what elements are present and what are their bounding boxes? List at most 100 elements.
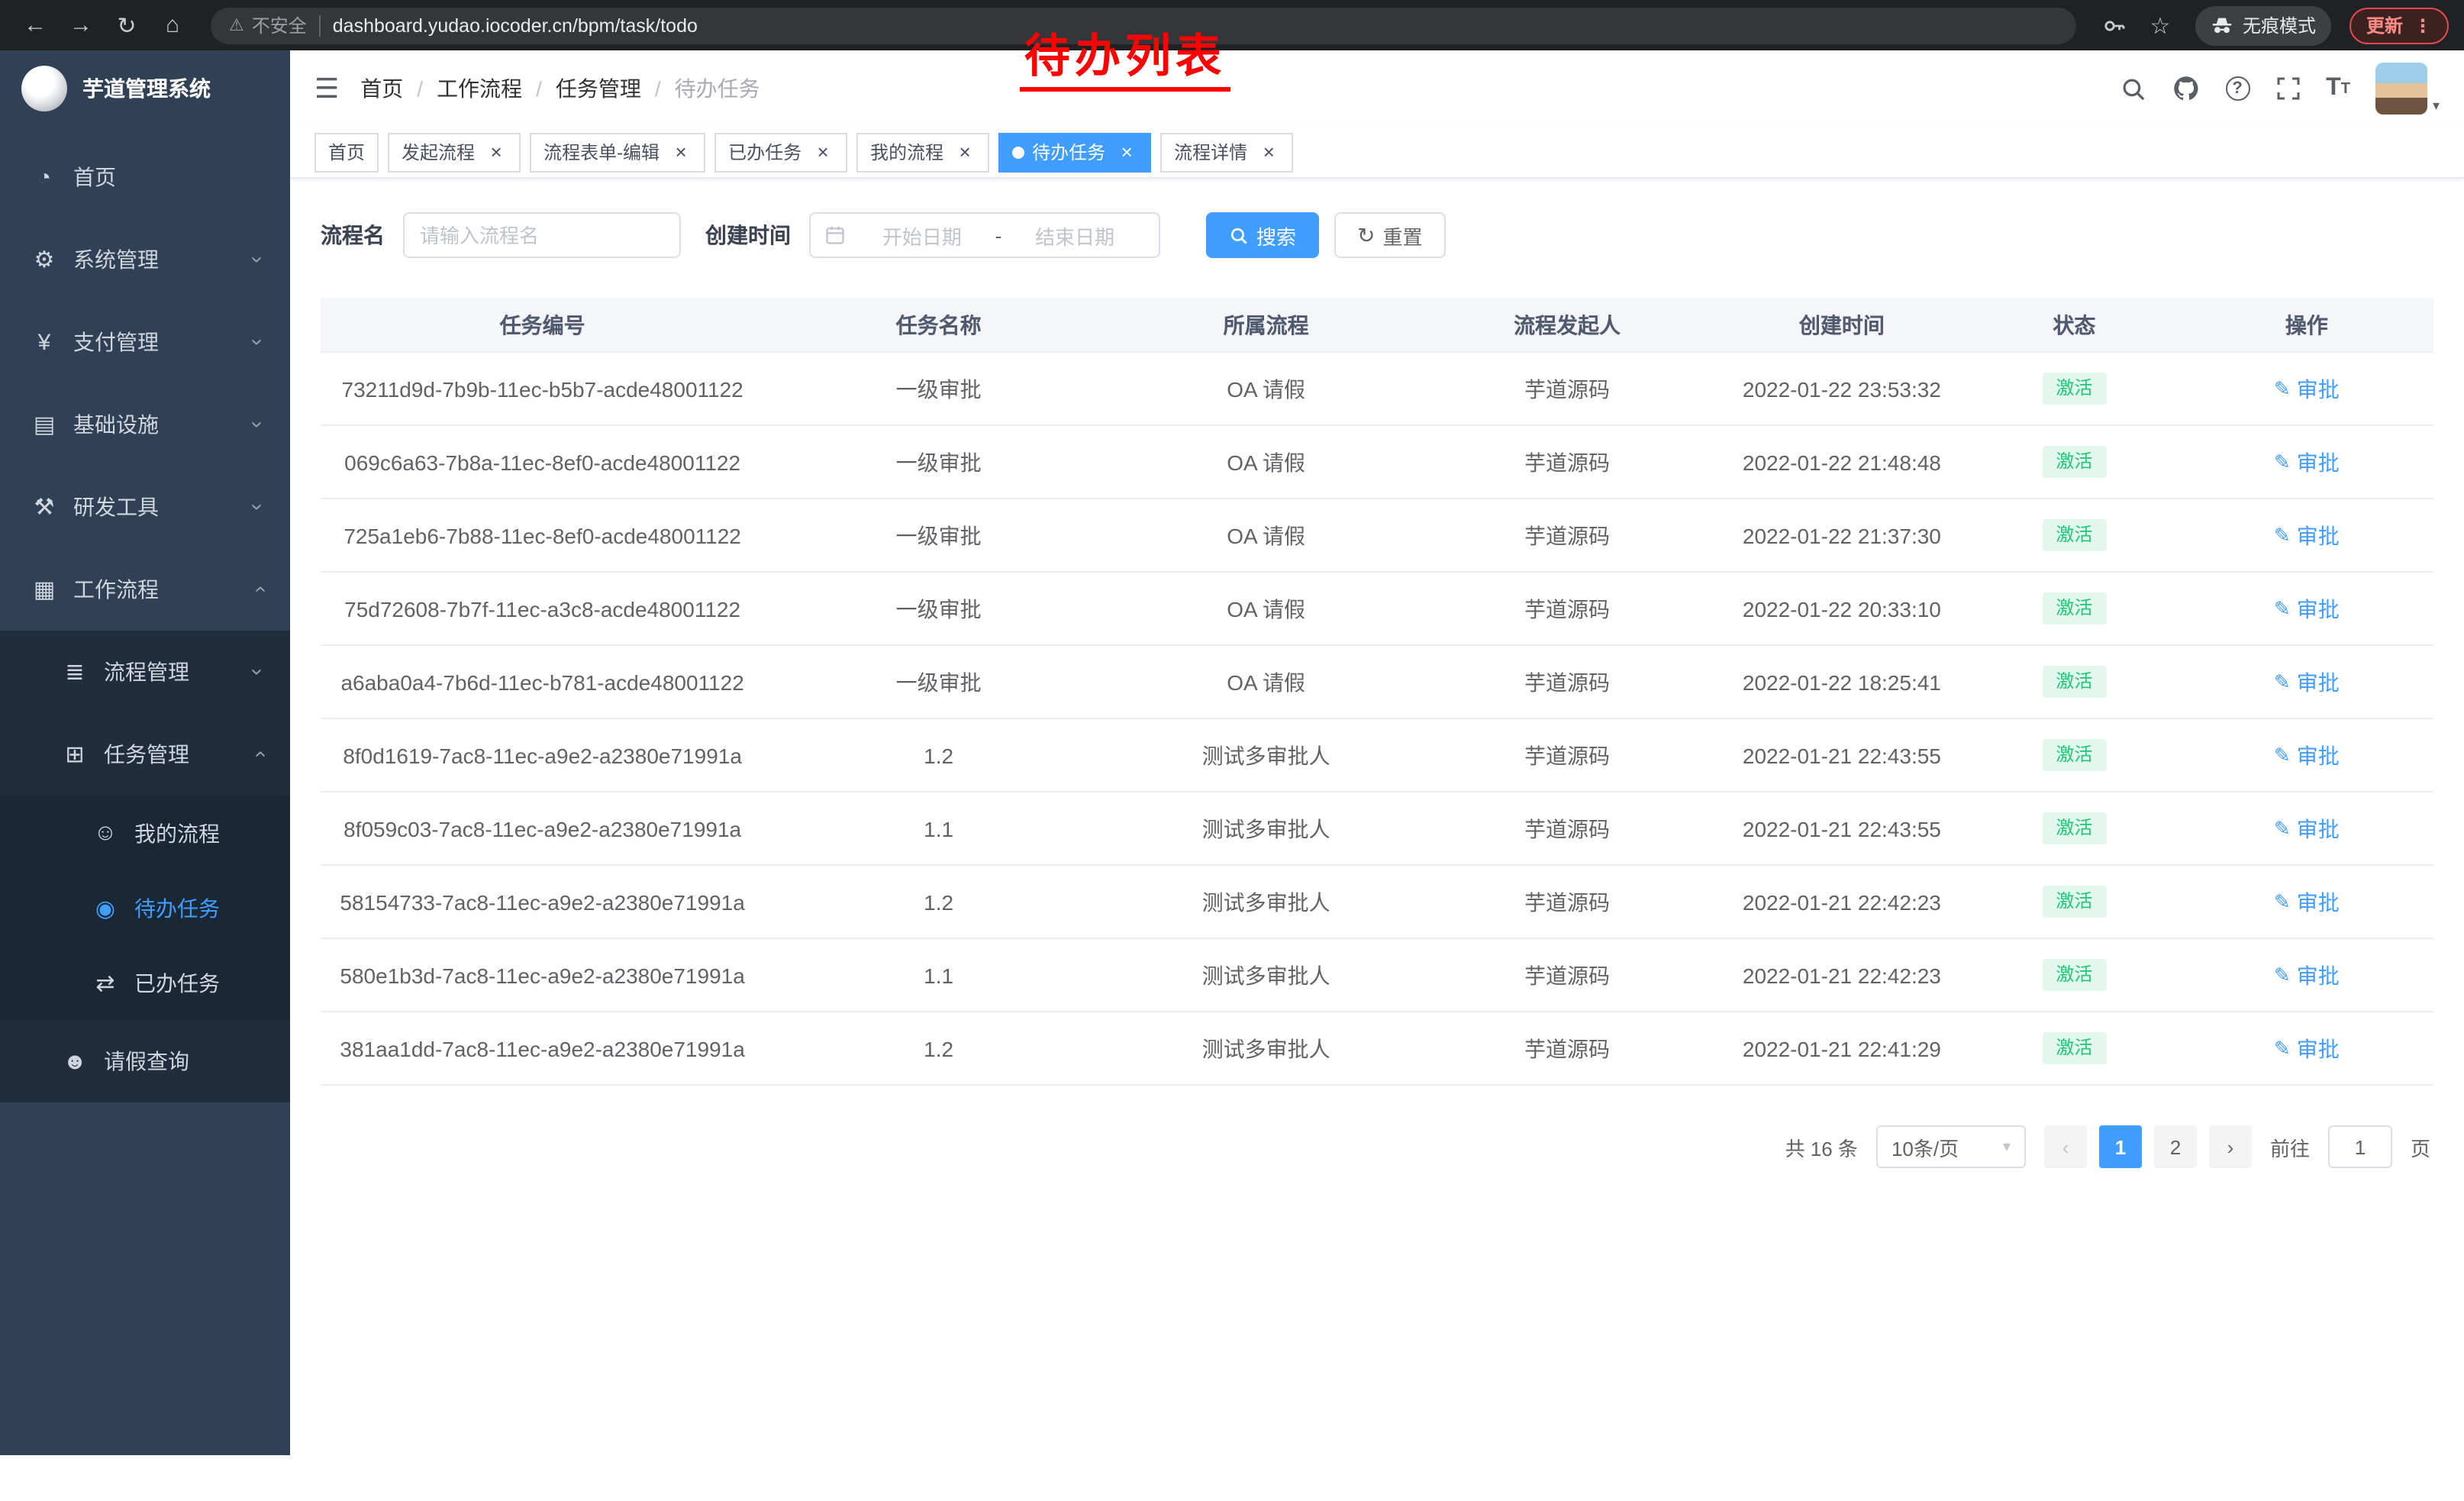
close-icon[interactable]: × xyxy=(1116,141,1137,163)
table-cell: 2022-01-22 21:37:30 xyxy=(1715,523,1969,547)
bookmark-star-icon[interactable]: ☆ xyxy=(2140,5,2180,45)
chevron-down-icon: › xyxy=(247,421,271,428)
table-cell: OA 请假 xyxy=(1113,667,1419,697)
status-badge: 激活 xyxy=(2042,738,2106,771)
table-cell-status: 激活 xyxy=(1969,592,2180,625)
close-icon[interactable]: × xyxy=(1258,141,1279,163)
update-button[interactable]: 更新 ⋮ xyxy=(2350,7,2449,44)
sidebar-item-process-mgmt[interactable]: ≣流程管理› xyxy=(0,631,290,713)
back-icon[interactable]: ← xyxy=(15,5,55,45)
app-logo-row[interactable]: 芋道管理系统 xyxy=(0,50,290,127)
tab-form-edit[interactable]: 流程表单-编辑× xyxy=(530,132,705,172)
sidebar-item-todo-task[interactable]: ◉待办任务 xyxy=(0,870,290,945)
table-row: 58154733-7ac8-11ec-a9e2-a2380e71991a1.2测… xyxy=(321,866,2433,939)
tab-process-detail[interactable]: 流程详情× xyxy=(1160,132,1293,172)
goto-unit: 页 xyxy=(2411,1132,2430,1161)
status-badge: 激活 xyxy=(2042,372,2106,405)
fullscreen-icon[interactable] xyxy=(2275,76,2300,101)
breadcrumb-item[interactable]: 首页 xyxy=(360,73,403,104)
app-title: 芋道管理系统 xyxy=(82,73,211,104)
sidebar-item-home[interactable]: ◔首页 xyxy=(0,136,290,218)
tab-done-task[interactable]: 已办任务× xyxy=(714,132,847,172)
tab-my-process[interactable]: 我的流程× xyxy=(856,132,989,172)
approve-link-label: 审批 xyxy=(2297,960,2340,990)
sidebar-item-task-mgmt[interactable]: ⊞任务管理› xyxy=(0,713,290,796)
date-range-picker[interactable]: 开始日期 - 结束日期 xyxy=(809,212,1160,258)
approve-link[interactable]: ✎审批 xyxy=(2274,667,2340,697)
approve-link[interactable]: ✎审批 xyxy=(2274,886,2340,917)
table-cell: 58154733-7ac8-11ec-a9e2-a2380e71991a xyxy=(321,889,764,914)
table-cell-actions: ✎审批 xyxy=(2180,886,2433,917)
sidebar-item-my-process[interactable]: ☺我的流程 xyxy=(0,796,290,870)
screen: ← → ↻ ⌂ ⚠ 不安全 dashboard.yudao.iocoder.cn… xyxy=(0,0,2464,1501)
sidebar-item-workflow[interactable]: ▦工作流程› xyxy=(0,548,290,631)
font-size-icon[interactable]: TT xyxy=(2326,75,2350,102)
close-icon[interactable]: × xyxy=(485,141,507,163)
start-date-placeholder[interactable]: 开始日期 xyxy=(852,221,992,250)
tab-start-process[interactable]: 发起流程× xyxy=(388,132,521,172)
table-cell: 1.1 xyxy=(764,963,1113,987)
search-button[interactable]: 搜索 xyxy=(1206,212,1319,258)
table-row: 73211d9d-7b9b-11ec-b5b7-acde48001122一级审批… xyxy=(321,353,2433,426)
approve-link[interactable]: ✎审批 xyxy=(2274,740,2340,770)
edit-icon: ✎ xyxy=(2274,1036,2291,1060)
forward-icon[interactable]: → xyxy=(61,5,101,45)
sidebar-item-dev-tools[interactable]: ⚒研发工具› xyxy=(0,466,290,548)
user-menu[interactable]: ▾ xyxy=(2376,63,2440,115)
breadcrumb-item[interactable]: 任务管理 xyxy=(556,73,641,104)
key-icon[interactable] xyxy=(2095,5,2134,45)
next-page-button[interactable]: › xyxy=(2209,1125,2252,1168)
table-cell: 2022-01-22 18:25:41 xyxy=(1715,670,1969,694)
avatar[interactable] xyxy=(2376,63,2428,115)
table-row: 8f0d1619-7ac8-11ec-a9e2-a2380e71991a1.2测… xyxy=(321,719,2433,792)
reset-button[interactable]: ↻ 重置 xyxy=(1334,212,1446,258)
table-row: 580e1b3d-7ac8-11ec-a9e2-a2380e71991a1.1测… xyxy=(321,939,2433,1012)
help-icon[interactable]: ? xyxy=(2225,76,2250,101)
approve-link[interactable]: ✎审批 xyxy=(2274,960,2340,990)
url-text[interactable]: dashboard.yudao.iocoder.cn/bpm/task/todo xyxy=(333,15,698,36)
page-button-1[interactable]: 1 xyxy=(2099,1125,2142,1168)
table-row: 725a1eb6-7b88-11ec-8ef0-acde48001122一级审批… xyxy=(321,499,2433,573)
caret-down-icon: ▾ xyxy=(2003,1138,2011,1155)
transfer-icon: ⇄ xyxy=(92,969,119,996)
table-header-cell: 流程发起人 xyxy=(1419,309,1715,340)
home-icon[interactable]: ⌂ xyxy=(153,5,192,45)
search-icon[interactable] xyxy=(2120,76,2146,102)
approve-link[interactable]: ✎审批 xyxy=(2274,447,2340,477)
table-cell: 1.2 xyxy=(764,743,1113,767)
reload-icon[interactable]: ↻ xyxy=(107,5,147,45)
approve-link[interactable]: ✎审批 xyxy=(2274,813,2340,844)
close-icon[interactable]: × xyxy=(812,141,834,163)
approve-link[interactable]: ✎审批 xyxy=(2274,520,2340,550)
tab-todo-task[interactable]: 待办任务× xyxy=(998,132,1151,172)
prev-page-button[interactable]: ‹ xyxy=(2044,1125,2087,1168)
approve-link[interactable]: ✎审批 xyxy=(2274,373,2340,404)
sidebar-item-leave-query[interactable]: ☻请假查询 xyxy=(0,1020,290,1102)
menu-collapse-icon[interactable]: ☰ xyxy=(314,73,339,105)
tab-label: 首页 xyxy=(328,139,365,165)
main-area: ☰ 首页/工作流程/任务管理/待办任务 ? TT xyxy=(290,50,2464,1455)
page-size-select[interactable]: 10条/页 ▾ xyxy=(1876,1125,2026,1168)
calendar-icon xyxy=(824,224,846,246)
table-header-cell: 任务名称 xyxy=(764,309,1113,340)
goto-page-input[interactable] xyxy=(2328,1125,2392,1168)
tab-home[interactable]: 首页 xyxy=(314,132,379,172)
more-icon[interactable]: ⋮ xyxy=(2414,15,2432,36)
sidebar-item-system-mgmt[interactable]: ⚙系统管理› xyxy=(0,218,290,301)
breadcrumb-item[interactable]: 工作流程 xyxy=(437,73,522,104)
end-date-placeholder[interactable]: 结束日期 xyxy=(1005,221,1145,250)
sidebar-item-payment-mgmt[interactable]: ¥支付管理› xyxy=(0,301,290,383)
breadcrumb-separator: / xyxy=(417,76,423,101)
page-content: 流程名 创建时间 开始日期 - 结束日期 xyxy=(290,179,2464,1455)
process-name-input[interactable] xyxy=(403,212,681,258)
sidebar-item-infrastructure[interactable]: ▤基础设施› xyxy=(0,383,290,466)
page-button-2[interactable]: 2 xyxy=(2154,1125,2197,1168)
close-icon[interactable]: × xyxy=(670,141,692,163)
sidebar-item-done-task[interactable]: ⇄已办任务 xyxy=(0,945,290,1020)
approve-link[interactable]: ✎审批 xyxy=(2274,593,2340,624)
close-icon[interactable]: × xyxy=(954,141,976,163)
approve-link[interactable]: ✎审批 xyxy=(2274,1033,2340,1064)
security-label[interactable]: 不安全 xyxy=(252,12,307,38)
github-icon[interactable] xyxy=(2172,75,2199,102)
sidebar-item-label: 请假查询 xyxy=(104,1046,189,1077)
